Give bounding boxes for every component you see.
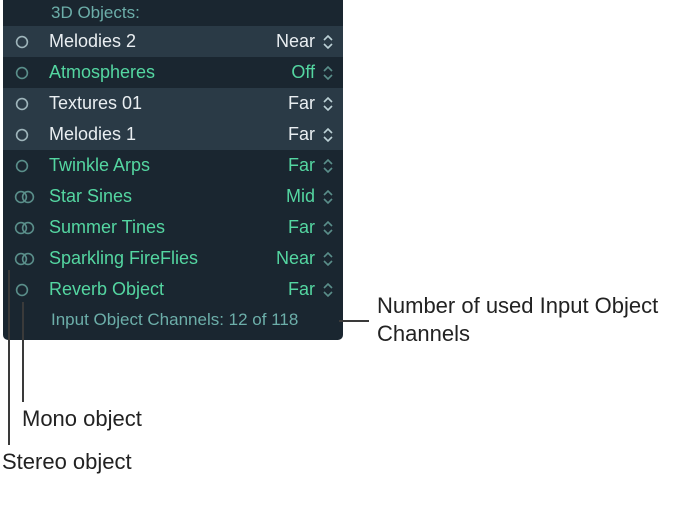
mono-icon [13,126,45,144]
callout-mono: Mono object [22,405,142,433]
object-name: Atmospheres [45,62,269,83]
object-name: Twinkle Arps [45,155,269,176]
object-value[interactable]: Far [269,279,319,300]
value-stepper[interactable] [319,220,337,236]
value-stepper[interactable] [319,282,337,298]
object-name: Melodies 1 [45,124,269,145]
object-value[interactable]: Far [269,124,319,145]
value-stepper[interactable] [319,96,337,112]
object-value[interactable]: Far [269,155,319,176]
mono-icon [13,95,45,113]
value-stepper[interactable] [319,251,337,267]
callout-leader [8,270,10,445]
callout-leader [339,320,369,322]
value-stepper[interactable] [319,65,337,81]
object-value[interactable]: Near [269,248,319,269]
object-row[interactable]: Summer Tines Far [3,212,343,243]
object-value[interactable]: Near [269,31,319,52]
object-row[interactable]: Star Sines Mid [3,181,343,212]
object-row[interactable]: Textures 01 Far [3,88,343,119]
mono-icon [13,157,45,175]
object-row[interactable]: Twinkle Arps Far [3,150,343,181]
object-name: Reverb Object [45,279,269,300]
object-value[interactable]: Off [269,62,319,83]
value-stepper[interactable] [319,158,337,174]
callout-leader [22,302,24,402]
object-row[interactable]: Sparkling FireFlies Near [3,243,343,274]
callout-channels: Number of used Input Object Channels [377,292,667,347]
mono-icon [13,33,45,51]
section-header-3d-objects: 3D Objects: [3,0,343,26]
callout-stereo: Stereo object [2,448,132,476]
object-row[interactable]: Melodies 1 Far [3,119,343,150]
value-stepper[interactable] [319,127,337,143]
object-name: Sparkling FireFlies [45,248,269,269]
value-stepper[interactable] [319,34,337,50]
object-value[interactable]: Far [269,93,319,114]
objects-panel: 3D Objects: Melodies 2 Near Atmospheres … [3,0,343,340]
object-value[interactable]: Far [269,217,319,238]
stereo-icon [13,219,45,237]
object-name: Melodies 2 [45,31,269,52]
object-name: Star Sines [45,186,269,207]
stereo-icon [13,188,45,206]
stereo-icon [13,250,45,268]
object-row[interactable]: Reverb Object Far [3,274,343,305]
object-row[interactable]: Melodies 2 Near [3,26,343,57]
object-value[interactable]: Mid [269,186,319,207]
input-object-channels-footer: Input Object Channels: 12 of 118 [3,305,343,336]
object-row[interactable]: Atmospheres Off [3,57,343,88]
mono-icon [13,64,45,82]
value-stepper[interactable] [319,189,337,205]
object-name: Summer Tines [45,217,269,238]
mono-icon [13,281,45,299]
object-name: Textures 01 [45,93,269,114]
